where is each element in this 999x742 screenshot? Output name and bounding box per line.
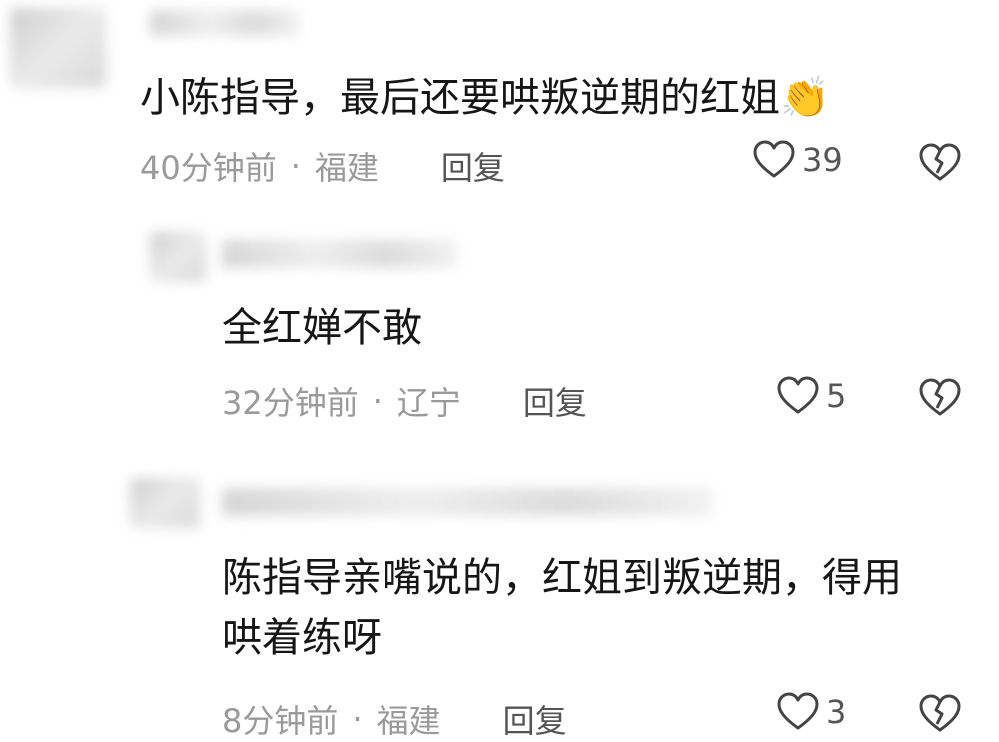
comment-body: 小陈指导，最后还要哄叛逆期的红姐: [140, 75, 780, 121]
avatar[interactable]: [130, 478, 200, 528]
heart-outline-icon: [776, 692, 820, 732]
username[interactable]: [150, 10, 300, 36]
comment-body-line-2: 哄着练呀: [222, 615, 382, 661]
reply-button[interactable]: 回复: [523, 378, 587, 424]
comment-meta: 40分钟前 · 福建 回复: [140, 143, 505, 189]
like-button[interactable]: 3: [776, 692, 846, 732]
broken-heart-icon[interactable]: [918, 378, 962, 418]
reply-button[interactable]: 回复: [503, 696, 567, 742]
broken-heart-icon[interactable]: [918, 143, 962, 183]
timestamp: 40分钟前: [140, 149, 277, 187]
comment-body-line-1: 陈指导亲嘴说的，红姐到叛逆期，得用: [222, 555, 902, 601]
comment-text: 小陈指导，最后还要哄叛逆期的红姐👏: [140, 72, 830, 124]
like-count: 3: [826, 693, 847, 731]
location: 辽宁: [396, 384, 461, 422]
separator-dot: ·: [290, 147, 301, 185]
like-button[interactable]: 39: [752, 140, 843, 180]
comment-text: 全红婵不敢: [222, 302, 422, 354]
location: 福建: [314, 149, 379, 187]
comment-meta: 8分钟前 · 福建 回复: [222, 696, 567, 742]
separator-dot: ·: [352, 700, 363, 738]
heart-outline-icon: [776, 376, 820, 416]
comment-meta: 32分钟前 · 辽宁 回复: [222, 378, 587, 424]
comment-body: 全红婵不敢: [222, 305, 422, 351]
location: 福建: [376, 702, 441, 740]
separator-dot: ·: [372, 382, 383, 420]
username[interactable]: [222, 488, 712, 516]
username[interactable]: [222, 240, 457, 268]
like-count: 39: [802, 141, 843, 179]
like-count: 5: [826, 377, 847, 415]
broken-heart-icon[interactable]: [918, 694, 962, 734]
like-button[interactable]: 5: [776, 376, 846, 416]
avatar[interactable]: [150, 232, 206, 282]
timestamp: 8分钟前: [222, 702, 339, 740]
timestamp: 32分钟前: [222, 384, 359, 422]
comment-text: 陈指导亲嘴说的，红姐到叛逆期，得用 哄着练呀: [222, 552, 902, 664]
heart-outline-icon: [752, 140, 796, 180]
clapping-hands-emoji: 👏: [780, 75, 830, 121]
avatar[interactable]: [10, 8, 106, 88]
reply-button[interactable]: 回复: [441, 143, 505, 189]
